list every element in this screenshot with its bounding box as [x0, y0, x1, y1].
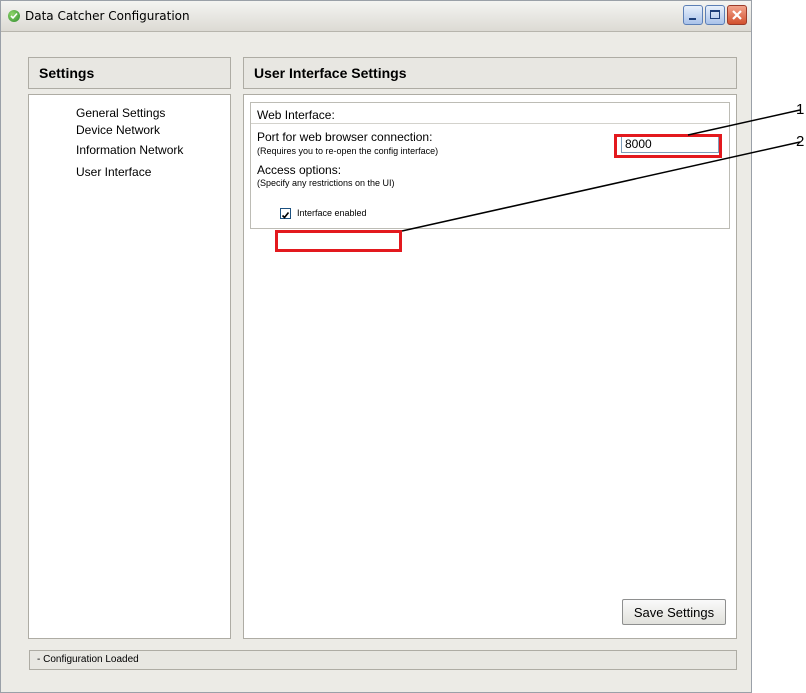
- minimize-icon[interactable]: [683, 5, 703, 25]
- nav-item-user-interface[interactable]: User Interface: [76, 165, 151, 179]
- status-bar: - Configuration Loaded: [29, 650, 737, 670]
- app-window: Data Catcher Configuration Settings Gene…: [0, 0, 752, 693]
- callout-number-1: 1: [796, 101, 805, 118]
- web-interface-title: Web Interface:: [257, 108, 335, 122]
- page-title: User Interface Settings: [243, 57, 737, 89]
- checkmark-icon: [281, 212, 290, 219]
- interface-enabled-checkbox[interactable]: [280, 208, 291, 219]
- app-status-icon: [8, 10, 20, 22]
- group-divider: [251, 123, 729, 124]
- access-options-label: Access options:: [257, 163, 342, 177]
- nav-item-device-network[interactable]: Device Network: [76, 123, 160, 137]
- close-icon[interactable]: [727, 5, 747, 25]
- interface-enabled-label[interactable]: Interface enabled: [297, 208, 367, 218]
- access-options-hint: (Specify any restrictions on the UI): [257, 178, 395, 188]
- save-settings-button[interactable]: Save Settings: [622, 599, 726, 625]
- port-label: Port for web browser connection:: [257, 130, 433, 144]
- nav-item-information-network[interactable]: Information Network: [76, 143, 183, 157]
- port-input[interactable]: [621, 134, 719, 153]
- nav-item-general-settings[interactable]: General Settings: [76, 106, 165, 120]
- settings-nav-panel: General Settings Device Network Informat…: [28, 94, 231, 639]
- maximize-icon[interactable]: [705, 5, 725, 25]
- settings-header: Settings: [28, 57, 231, 89]
- port-hint: (Requires you to re-open the config inte…: [257, 146, 439, 156]
- title-bar[interactable]: Data Catcher Configuration: [1, 1, 751, 32]
- window-title: Data Catcher Configuration: [25, 9, 190, 23]
- callout-number-2: 2: [796, 133, 805, 150]
- settings-content-panel: Web Interface: Port for web browser conn…: [243, 94, 737, 639]
